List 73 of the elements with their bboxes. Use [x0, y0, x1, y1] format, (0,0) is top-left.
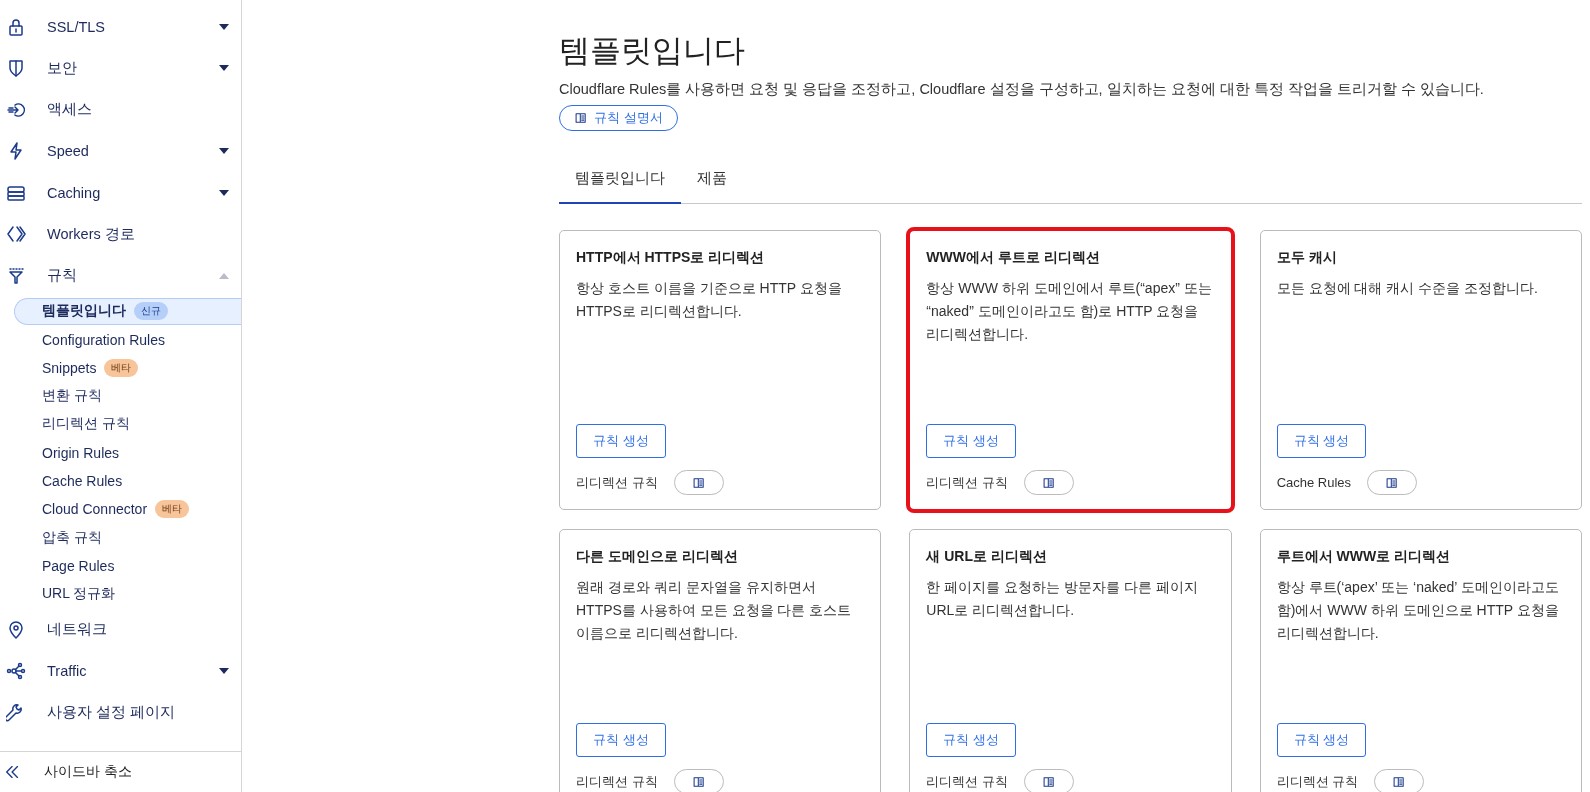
- product-label: 리디렉션 규칙: [576, 772, 658, 791]
- page-title: 템플릿입니다: [559, 32, 746, 70]
- card-title: 다른 도메인으로 리디렉션: [576, 548, 739, 566]
- sidebar-item[interactable]: Speed: [0, 130, 241, 172]
- sidebar-item[interactable]: 액세스: [0, 89, 241, 131]
- create-rule-button[interactable]: 규칙 생성: [1276, 424, 1367, 458]
- sidebar-item[interactable]: SSL/TLS: [0, 6, 241, 48]
- badge: 베타: [104, 358, 139, 377]
- docs-button[interactable]: [673, 470, 724, 495]
- sidebar-subitem[interactable]: 압축 규칙: [14, 524, 241, 552]
- card-title: WWW에서 루트로 리디렉션: [926, 249, 1101, 267]
- sidebar-item[interactable]: Caching: [0, 172, 241, 214]
- docs-button[interactable]: [1023, 769, 1074, 792]
- badge: 베타: [155, 500, 190, 519]
- sidebar-item[interactable]: 보안: [0, 47, 241, 89]
- book-icon: [691, 774, 706, 789]
- create-rule-button[interactable]: 규칙 생성: [926, 723, 1016, 757]
- shield-icon: [6, 58, 26, 79]
- card-description: 항상 루트(‘apex’ 또는 ‘naked’ 도메인이라고도 함)에서 WWW 하위 도메인으로 HTTP 요청을 리디렉션합니다.: [1276, 578, 1560, 644]
- product-label: Cache Rules: [1276, 475, 1352, 490]
- book-icon: [1392, 774, 1407, 789]
- card-description: 항상 호스트 이름을 기준으로 HTTP 요청을 HTTPS로 리디렉션합니다.: [576, 279, 843, 322]
- sidebar-subitem[interactable]: URL 정규화: [14, 580, 241, 608]
- collapse-sidebar-button[interactable]: 사이드바 축소: [0, 751, 241, 792]
- book-icon: [1385, 475, 1400, 490]
- sidebar-subitem[interactable]: Configuration Rules: [14, 326, 241, 354]
- sidebar-subitem[interactable]: Page Rules: [14, 552, 241, 580]
- sidebar-item[interactable]: 네트워크: [0, 609, 241, 651]
- funnel-icon: [6, 265, 26, 286]
- book-icon: [1041, 475, 1056, 490]
- docs-button[interactable]: [1374, 769, 1425, 792]
- chevrons-icon: [6, 224, 26, 245]
- create-rule-button[interactable]: 규칙 생성: [576, 424, 666, 458]
- product-label: 리디렉션 규칙: [926, 772, 1008, 791]
- sidebar-item[interactable]: Workers 경로: [0, 213, 241, 255]
- card-title: 루트에서 WWW로 리디렉션: [1276, 548, 1452, 566]
- sidebar-subitem[interactable]: Origin Rules: [14, 439, 241, 467]
- card-description: 모든 요청에 대해 캐시 수준을 조정합니다.: [1276, 279, 1539, 298]
- sidebar-subitem[interactable]: Cloud Connector 베타: [14, 495, 241, 523]
- card-description: 원래 경로와 쿼리 문자열을 유지하면서 HTTPS를 사용하여 모든 요청을 다른 호스트 이름으로 리디렉션합니다.: [576, 578, 853, 644]
- card-title: HTTP에서 HTTPS로 리디렉션: [576, 249, 766, 267]
- network-nodes-icon: [6, 661, 26, 682]
- product-label: 리디렉션 규칙: [576, 473, 658, 492]
- tab[interactable]: 템플릿입니다: [559, 155, 681, 204]
- docs-button[interactable]: [1367, 470, 1418, 495]
- sidebar-subitem[interactable]: 변환 규칙: [14, 382, 241, 410]
- docs-button[interactable]: [673, 769, 724, 792]
- book-icon: [1041, 774, 1056, 789]
- sidebar-item[interactable]: 사용자 설정 페이지: [0, 692, 241, 734]
- card-title: 새 URL로 리디렉션: [926, 548, 1048, 566]
- sidebar-subitem[interactable]: 템플릿입니다 신규: [14, 297, 241, 325]
- tab[interactable]: 제품: [681, 155, 743, 204]
- create-rule-button[interactable]: 규칙 생성: [926, 424, 1016, 458]
- lock-icon: [6, 16, 26, 37]
- book-icon: [691, 475, 706, 490]
- badge: 신규: [134, 302, 168, 321]
- docs-button[interactable]: 규칙 설명서: [559, 105, 678, 131]
- card-description: 한 페이지를 요청하는 방문자를 다른 페이지 URL로 리디렉션합니다.: [926, 578, 1199, 621]
- sidebar-subitem[interactable]: 리디렉션 규칙: [14, 411, 241, 438]
- product-label: 리디렉션 규칙: [926, 473, 1008, 492]
- create-rule-button[interactable]: 규칙 생성: [1276, 723, 1367, 757]
- docs-button[interactable]: [1023, 470, 1074, 495]
- book-icon: [574, 111, 588, 125]
- sidebar-subitem[interactable]: Snippets 베타: [14, 354, 241, 382]
- location-pin-icon: [6, 619, 26, 640]
- sidebar-item[interactable]: 규칙: [0, 255, 241, 297]
- sidebar-subitem[interactable]: Cache Rules: [14, 467, 241, 495]
- sidebar-item[interactable]: Traffic: [0, 650, 241, 693]
- card-description: 항상 WWW 하위 도메인에서 루트(“apex” 또는 “naked” 도메인이라고도 함)로 HTTP 요청을 리디렉션합니다.: [926, 279, 1213, 345]
- create-rule-button[interactable]: 규칙 생성: [576, 723, 666, 757]
- page-description: Cloudflare Rules를 사용하면 요청 및 응답을 조정하고, Cloudflare 설정을 구성하고, 일치하는 요청에 대한 특정 작업을 트리거할 수 있습니다.: [559, 80, 1485, 99]
- product-label: 리디렉션 규칙: [1276, 772, 1359, 791]
- card-title: 모두 캐시: [1276, 249, 1338, 267]
